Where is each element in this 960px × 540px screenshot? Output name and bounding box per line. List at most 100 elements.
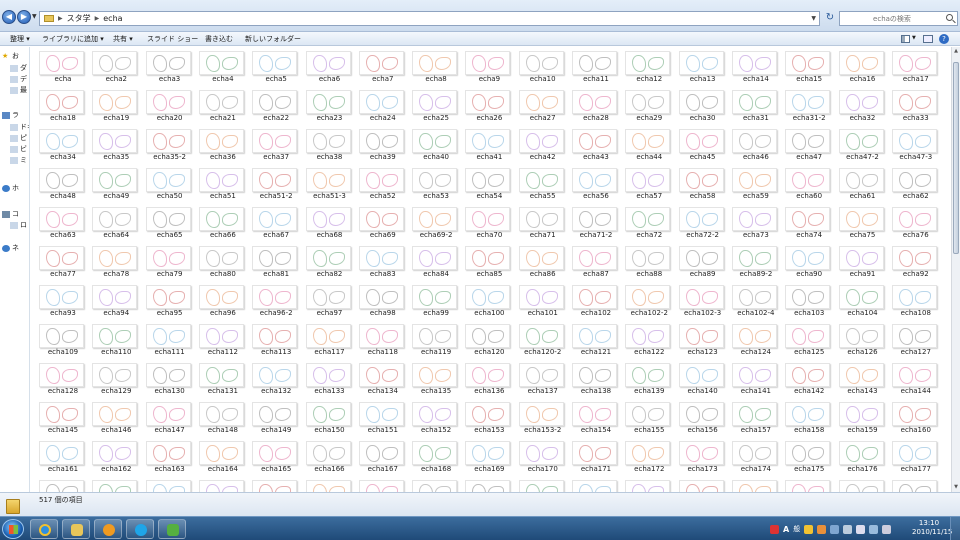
file-item[interactable]: echa125 xyxy=(784,320,834,356)
file-item[interactable]: echa176 xyxy=(838,437,888,473)
back-button[interactable]: ◀ xyxy=(2,10,16,24)
file-item[interactable]: echa142 xyxy=(784,359,834,395)
file-item[interactable]: echa21 xyxy=(198,86,248,122)
search-input[interactable] xyxy=(842,13,942,24)
file-item[interactable]: echa128 xyxy=(38,359,88,395)
file-item[interactable]: echa52 xyxy=(358,164,408,200)
file-item[interactable]: echa146 xyxy=(91,398,141,434)
help-icon[interactable]: ? xyxy=(939,34,949,44)
file-item[interactable]: echa15 xyxy=(784,47,834,83)
taskbar-media-player[interactable] xyxy=(94,519,122,539)
tray-app-icon[interactable] xyxy=(843,524,853,534)
file-item[interactable]: echa70 xyxy=(464,203,514,239)
file-item[interactable] xyxy=(198,476,248,492)
tray-app-icon[interactable] xyxy=(830,524,840,534)
file-item[interactable]: echa62 xyxy=(891,164,941,200)
file-item[interactable]: echa153-2 xyxy=(518,398,568,434)
ime-toolbar-icon[interactable] xyxy=(770,524,779,534)
file-item[interactable]: echa96-2 xyxy=(251,281,301,317)
tray-app-icon[interactable] xyxy=(804,524,814,534)
slideshow-button[interactable]: スライド ショー xyxy=(147,34,198,44)
file-item[interactable]: echa86 xyxy=(518,242,568,278)
file-item[interactable]: echa149 xyxy=(251,398,301,434)
file-item[interactable]: echa58 xyxy=(678,164,728,200)
file-item[interactable]: echa44 xyxy=(624,125,674,161)
nav-item-desktop[interactable]: デ xyxy=(10,74,27,84)
file-item[interactable] xyxy=(518,476,568,492)
file-item[interactable] xyxy=(464,476,514,492)
file-item[interactable]: echa91 xyxy=(838,242,888,278)
file-item[interactable]: echa20 xyxy=(145,86,195,122)
burn-button[interactable]: 書き込む xyxy=(205,34,233,44)
file-item[interactable]: echa16 xyxy=(838,47,888,83)
file-item[interactable]: echa156 xyxy=(678,398,728,434)
file-item[interactable]: echa74 xyxy=(784,203,834,239)
file-item[interactable]: echa82 xyxy=(305,242,355,278)
file-item[interactable]: echa95 xyxy=(145,281,195,317)
file-item[interactable]: echa28 xyxy=(571,86,621,122)
file-item[interactable]: echa29 xyxy=(624,86,674,122)
file-item[interactable]: echa137 xyxy=(518,359,568,395)
file-item[interactable]: echa175 xyxy=(784,437,834,473)
file-item[interactable]: echa122 xyxy=(624,320,674,356)
file-item[interactable] xyxy=(784,476,834,492)
nav-item-homegroup[interactable]: ホ xyxy=(2,183,19,193)
file-item[interactable]: echa83 xyxy=(358,242,408,278)
file-item[interactable] xyxy=(411,476,461,492)
file-item[interactable]: echa5 xyxy=(251,47,301,83)
file-item[interactable]: echa97 xyxy=(305,281,355,317)
file-item[interactable]: echa75 xyxy=(838,203,888,239)
file-item[interactable]: echa177 xyxy=(891,437,941,473)
file-item[interactable]: echa123 xyxy=(678,320,728,356)
file-item[interactable]: echa47 xyxy=(784,125,834,161)
chevron-right-icon[interactable]: ▶ xyxy=(95,15,100,22)
breadcrumb-current[interactable]: echa xyxy=(103,14,122,23)
file-item[interactable]: echa160 xyxy=(891,398,941,434)
recent-pages-dropdown[interactable]: ▼ xyxy=(32,13,37,20)
file-item[interactable]: echa92 xyxy=(891,242,941,278)
file-item[interactable]: echa152 xyxy=(411,398,461,434)
nav-item-computer[interactable]: コ xyxy=(2,209,19,219)
file-item[interactable]: echa73 xyxy=(731,203,781,239)
file-item[interactable]: echa102-4 xyxy=(731,281,781,317)
file-item[interactable]: echa129 xyxy=(91,359,141,395)
file-item[interactable]: echa19 xyxy=(91,86,141,122)
file-item[interactable]: echa25 xyxy=(411,86,461,122)
file-item[interactable]: echa61 xyxy=(838,164,888,200)
taskbar-messenger[interactable] xyxy=(158,519,186,539)
file-item[interactable]: echa101 xyxy=(518,281,568,317)
file-item[interactable]: echa71 xyxy=(518,203,568,239)
file-item[interactable]: echa134 xyxy=(358,359,408,395)
file-item[interactable]: echa30 xyxy=(678,86,728,122)
file-item[interactable]: echa23 xyxy=(305,86,355,122)
file-item[interactable]: echa47-2 xyxy=(838,125,888,161)
file-item[interactable]: echa69-2 xyxy=(411,203,461,239)
file-item[interactable]: echa45 xyxy=(678,125,728,161)
file-item[interactable]: echa133 xyxy=(305,359,355,395)
taskbar-skype[interactable] xyxy=(126,519,154,539)
taskbar-windows-explorer[interactable] xyxy=(62,519,90,539)
file-item[interactable]: echa80 xyxy=(198,242,248,278)
file-item[interactable]: echa117 xyxy=(305,320,355,356)
file-item[interactable]: echa127 xyxy=(891,320,941,356)
file-item[interactable]: echa130 xyxy=(145,359,195,395)
file-item[interactable]: echa158 xyxy=(784,398,834,434)
file-item[interactable] xyxy=(571,476,621,492)
file-item[interactable]: echa32 xyxy=(838,86,888,122)
file-item[interactable]: echa71-2 xyxy=(571,203,621,239)
file-item[interactable]: echa157 xyxy=(731,398,781,434)
file-item[interactable]: echa153 xyxy=(464,398,514,434)
file-item[interactable] xyxy=(38,476,88,492)
file-item[interactable]: echa102-2 xyxy=(624,281,674,317)
file-item[interactable]: echa12 xyxy=(624,47,674,83)
preview-pane-icon[interactable] xyxy=(923,35,933,43)
file-item[interactable]: echa99 xyxy=(411,281,461,317)
taskbar-internet-explorer[interactable] xyxy=(30,519,58,539)
refresh-button[interactable]: ↻ xyxy=(823,11,837,26)
file-item[interactable]: echa108 xyxy=(891,281,941,317)
file-item[interactable]: echa3 xyxy=(145,47,195,83)
share-button[interactable]: 共有 ▾ xyxy=(113,34,133,44)
file-item[interactable]: echa167 xyxy=(358,437,408,473)
file-item[interactable]: echa6 xyxy=(305,47,355,83)
file-item[interactable]: echa173 xyxy=(678,437,728,473)
